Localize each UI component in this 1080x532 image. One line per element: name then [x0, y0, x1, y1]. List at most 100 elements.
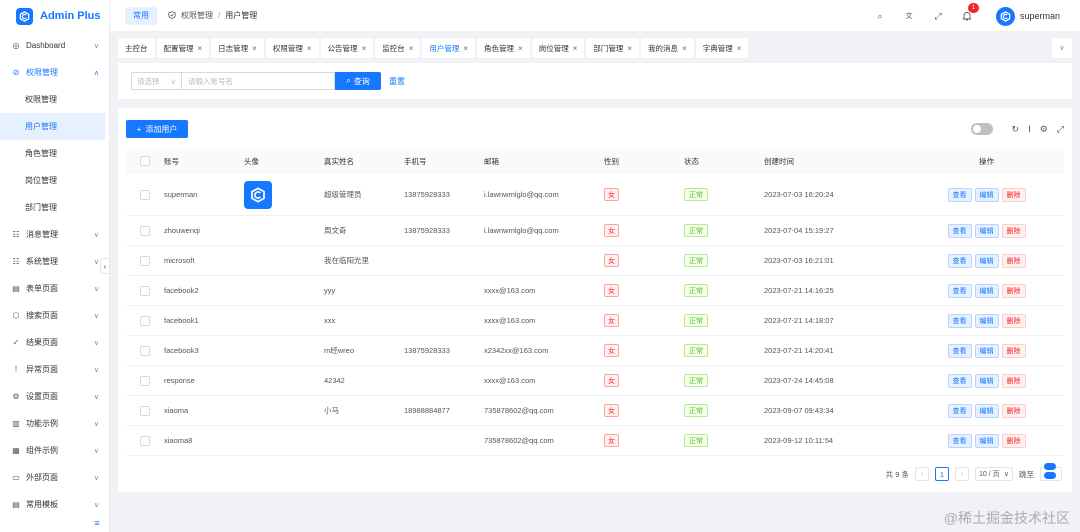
sidebar-item-10[interactable]: ▦ 组件示例 ∨: [0, 437, 109, 464]
close-icon[interactable]: ×: [362, 44, 367, 53]
close-icon[interactable]: ×: [198, 44, 203, 53]
tab-0[interactable]: 主控台: [118, 38, 155, 58]
edit-button[interactable]: 编辑: [974, 187, 999, 202]
refresh-icon[interactable]: ↻: [1012, 124, 1020, 135]
row-checkbox[interactable]: [140, 255, 150, 266]
view-button[interactable]: 查看: [947, 403, 972, 418]
sidebar-item-5[interactable]: ⬡ 搜索页面 ∨: [0, 302, 109, 329]
select-all-checkbox[interactable]: [140, 156, 150, 166]
delete-button[interactable]: 删除: [1001, 343, 1026, 358]
delete-button[interactable]: 删除: [1001, 313, 1026, 328]
edit-button[interactable]: 编辑: [974, 373, 999, 388]
view-button[interactable]: 查看: [947, 433, 972, 448]
submenu-item-3[interactable]: 岗位管理: [0, 167, 109, 194]
collapse-sidebar-button[interactable]: ‹: [100, 258, 110, 274]
bell-icon[interactable]: 1: [961, 3, 979, 22]
translate-icon[interactable]: 文: [903, 10, 915, 22]
tab-6[interactable]: 用户管理 ×: [422, 38, 476, 58]
tab-11[interactable]: 字典管理 ×: [695, 38, 749, 58]
edit-button[interactable]: 编辑: [974, 283, 999, 298]
sidebar-item-3[interactable]: ☷ 系统管理 ∨: [0, 248, 109, 275]
tab-7[interactable]: 角色管理 ×: [477, 38, 530, 58]
row-checkbox[interactable]: [140, 435, 150, 446]
view-button[interactable]: 查看: [947, 313, 972, 328]
menu-fold-icon[interactable]: ≡: [92, 518, 102, 528]
fullscreen-icon[interactable]: ⤢: [1057, 124, 1064, 135]
add-user-button[interactable]: + 添加用户: [126, 120, 188, 138]
delete-button[interactable]: 删除: [1001, 253, 1026, 268]
theme-switch[interactable]: [1044, 463, 1058, 483]
sidebar-item-2[interactable]: ☷ 消息管理 ∨: [0, 221, 109, 248]
edit-button[interactable]: 编辑: [974, 403, 999, 418]
logo[interactable]: Admin Plus: [0, 0, 109, 32]
row-checkbox[interactable]: [140, 189, 150, 200]
sidebar-item-9[interactable]: ▥ 功能示例 ∨: [0, 410, 109, 437]
close-icon[interactable]: ×: [627, 44, 632, 53]
user-menu[interactable]: superman: [995, 6, 1060, 26]
sidebar-item-1[interactable]: ⊘ 权限管理 ∧: [0, 59, 109, 86]
view-button[interactable]: 查看: [947, 223, 972, 238]
edit-button[interactable]: 编辑: [974, 343, 999, 358]
row-checkbox[interactable]: [140, 405, 150, 416]
settings-icon[interactable]: ⚙: [1040, 124, 1048, 135]
search-button[interactable]: ⌕ 查询: [335, 72, 381, 90]
submenu-item-1[interactable]: 用户管理: [0, 113, 105, 140]
tab-4[interactable]: 公告管理 ×: [320, 38, 374, 58]
delete-button[interactable]: 删除: [1001, 187, 1026, 202]
sidebar-item-8[interactable]: ⚙ 设置页面 ∨: [0, 383, 109, 410]
edit-button[interactable]: 编辑: [974, 313, 999, 328]
submenu-item-2[interactable]: 角色管理: [0, 140, 109, 167]
close-icon[interactable]: ×: [737, 44, 742, 53]
delete-button[interactable]: 删除: [1001, 223, 1026, 238]
delete-button[interactable]: 删除: [1001, 283, 1026, 298]
close-icon[interactable]: ×: [518, 44, 523, 53]
submenu-item-4[interactable]: 部门管理: [0, 194, 109, 221]
close-icon[interactable]: ×: [682, 44, 687, 53]
tab-1[interactable]: 配置管理 ×: [156, 38, 210, 58]
close-icon[interactable]: ×: [307, 44, 312, 53]
search-icon[interactable]: ⌕: [874, 10, 886, 22]
tab-2[interactable]: 日志管理 ×: [211, 38, 264, 58]
view-button[interactable]: 查看: [947, 187, 972, 202]
sidebar-item-4[interactable]: ▤ 表单页面 ∨: [0, 275, 109, 302]
delete-button[interactable]: 删除: [1001, 433, 1026, 448]
view-button[interactable]: 查看: [947, 343, 972, 358]
row-checkbox[interactable]: [140, 345, 150, 356]
edit-button[interactable]: 编辑: [974, 433, 999, 448]
common-button[interactable]: 常用: [125, 6, 157, 25]
edit-button[interactable]: 编辑: [974, 253, 999, 268]
tabs-more-icon[interactable]: ∨: [1052, 38, 1072, 58]
tab-8[interactable]: 岗位管理 ×: [531, 38, 585, 58]
sidebar-item-0[interactable]: ◎ Dashboard ∨: [0, 32, 109, 59]
row-checkbox[interactable]: [140, 225, 150, 236]
breadcrumb-parent[interactable]: 权限管理: [181, 10, 213, 21]
reset-button[interactable]: 重置: [389, 76, 405, 87]
close-icon[interactable]: ×: [252, 44, 257, 53]
table-toggle[interactable]: [970, 123, 993, 135]
search-input[interactable]: 请输入账号名: [181, 72, 335, 90]
view-button[interactable]: 查看: [947, 283, 972, 298]
close-icon[interactable]: ×: [573, 44, 578, 53]
row-checkbox[interactable]: [140, 375, 150, 386]
tab-5[interactable]: 监控台 ×: [375, 38, 421, 58]
row-checkbox[interactable]: [140, 285, 150, 296]
sidebar-item-6[interactable]: ✓ 结果页面 ∨: [0, 329, 109, 356]
next-page-button[interactable]: ›: [955, 467, 969, 481]
row-checkbox[interactable]: [140, 315, 150, 326]
delete-button[interactable]: 删除: [1001, 403, 1026, 418]
submenu-item-0[interactable]: 权限管理: [0, 86, 109, 113]
tab-3[interactable]: 权限管理 ×: [265, 38, 319, 58]
density-icon[interactable]: Ⅰ: [1028, 124, 1031, 135]
close-icon[interactable]: ×: [409, 44, 414, 53]
tab-9[interactable]: 部门管理 ×: [586, 38, 640, 58]
view-button[interactable]: 查看: [947, 373, 972, 388]
delete-button[interactable]: 删除: [1001, 373, 1026, 388]
edit-button[interactable]: 编辑: [974, 223, 999, 238]
close-icon[interactable]: ×: [463, 44, 468, 53]
sidebar-item-12[interactable]: ▤ 常用模板 ∨: [0, 491, 109, 518]
page-number[interactable]: 1: [935, 467, 949, 481]
sidebar-item-11[interactable]: ▭ 外部页面 ∨: [0, 464, 109, 491]
prev-page-button[interactable]: ‹: [915, 467, 929, 481]
tab-10[interactable]: 我的消息 ×: [641, 38, 694, 58]
page-size-select[interactable]: 10 / 页 ∨: [975, 467, 1013, 481]
